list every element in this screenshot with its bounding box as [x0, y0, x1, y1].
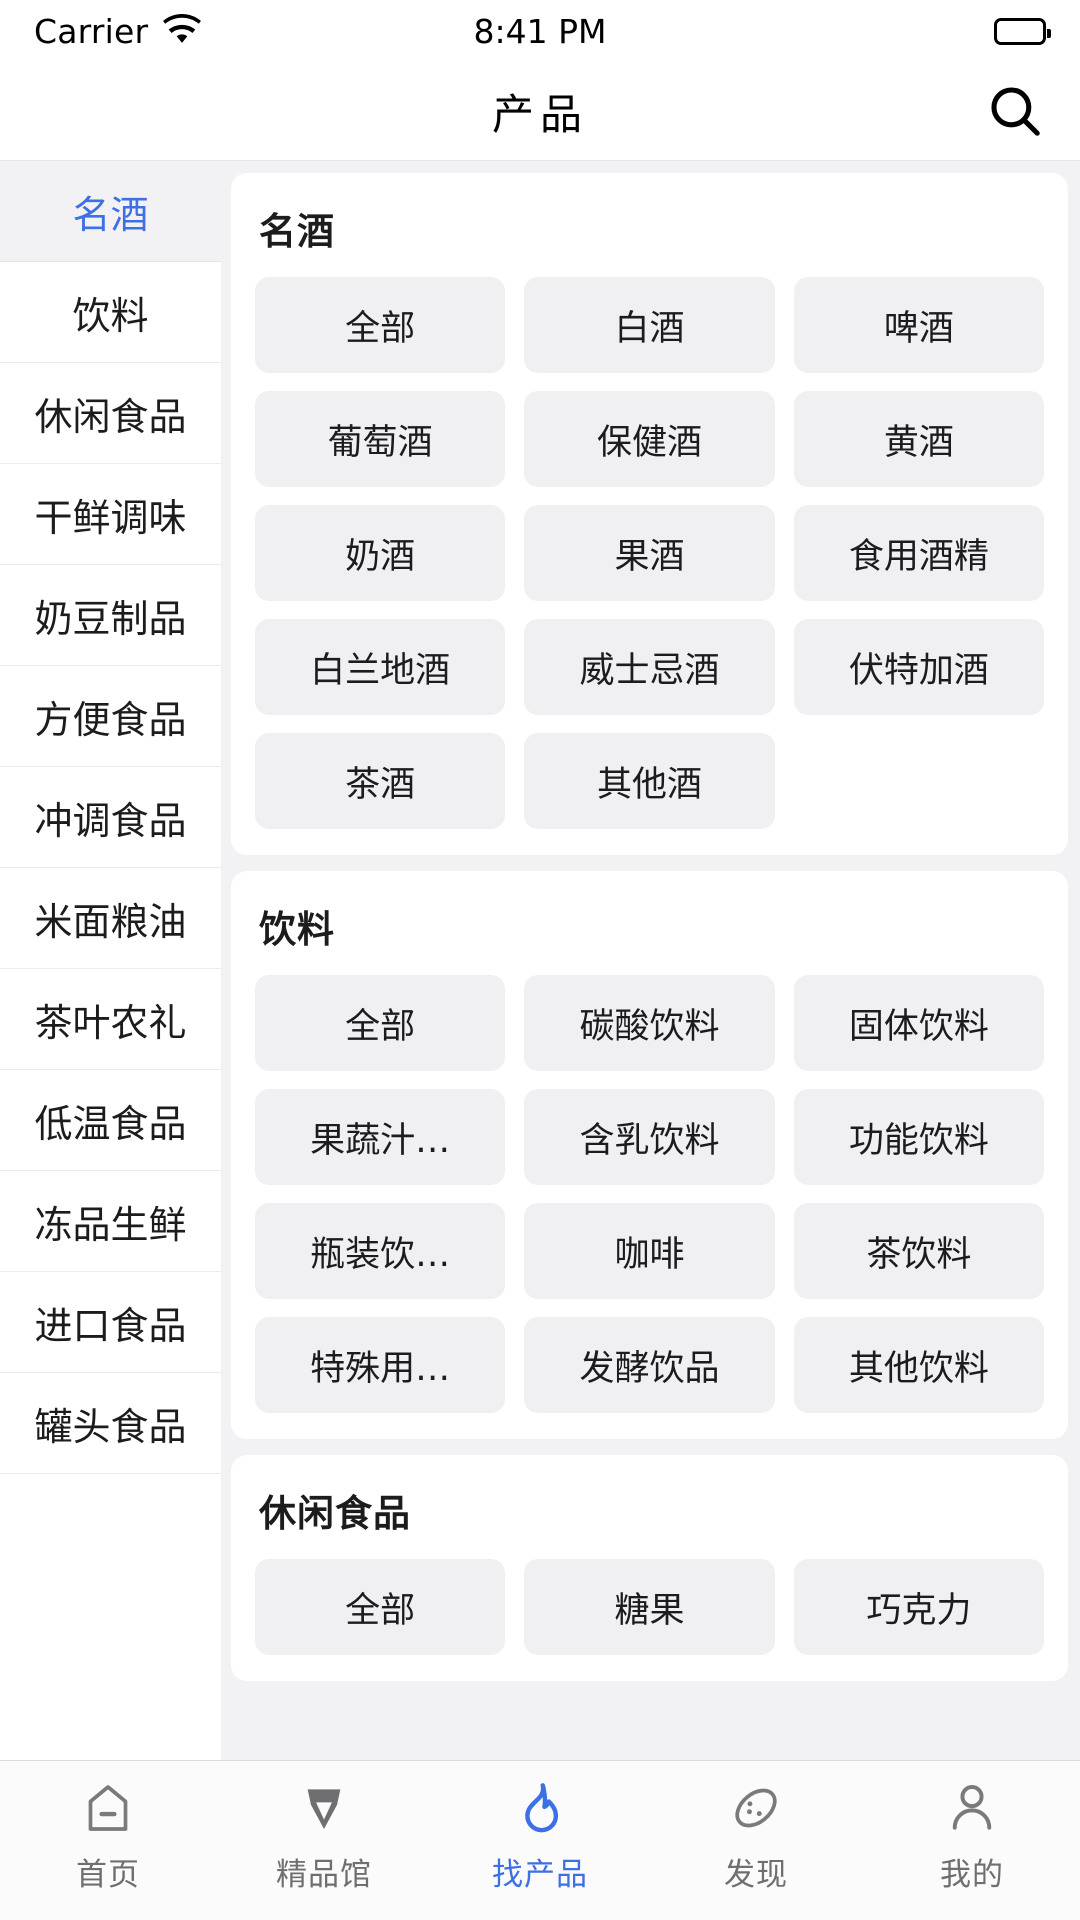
flame-icon	[509, 1777, 571, 1839]
sidebar-item-label: 进口食品	[34, 1303, 187, 1348]
tab-label: 我的	[940, 1857, 1004, 1893]
subcategory-chip[interactable]: 巧克力	[793, 1559, 1044, 1655]
tab-3[interactable]: 发现	[648, 1777, 864, 1894]
app-root: Carrier 8:41 PM 产品 名酒 饮料 休闲食品 干鲜调味 奶豆制品 方便食品冲…	[0, 0, 1080, 1920]
battery-full-icon	[994, 17, 1051, 45]
sidebar-item-label: 方便食品	[34, 697, 187, 742]
sidebar-item-label: 冻品生鲜	[34, 1202, 187, 1247]
subcategory-chip[interactable]: 啤酒	[793, 277, 1044, 373]
subcategory-chip[interactable]: 果酒	[524, 505, 775, 601]
page-title: 产品	[491, 89, 588, 139]
sidebar-item-12[interactable]: 罐头食品	[0, 1373, 221, 1474]
category-card: 饮料全部 碳酸饮料 固体饮料果蔬汁… 含乳饮料 功能饮料瓶装饮… 咖啡 茶饮料特殊用… 发酵饮…	[231, 871, 1068, 1439]
sidebar-item-label: 休闲食品	[34, 394, 187, 439]
sidebar-item-label: 干鲜调味	[34, 495, 187, 540]
sidebar-item-9[interactable]: 低温食品	[0, 1070, 221, 1171]
subcategory-chip[interactable]: 葡萄酒	[255, 391, 506, 487]
sidebar-item-label: 茶叶农礼	[34, 1000, 187, 1045]
sidebar-item-label: 奶豆制品	[34, 596, 187, 641]
bottom-tab-bar: 首页 精品馆 找产品 发现 我的	[0, 1760, 1080, 1920]
category-card-title: 名酒	[259, 210, 335, 253]
subcategory-chip[interactable]: 白酒	[524, 277, 775, 373]
tab-1[interactable]: 精品馆	[216, 1777, 432, 1894]
sidebar-item-label: 低温食品	[34, 1101, 187, 1146]
sidebar-item-label: 饮料	[72, 293, 149, 338]
tab-4[interactable]: 我的	[864, 1777, 1080, 1894]
subcategory-chip[interactable]: 其他酒	[524, 733, 775, 829]
content-area: 名酒 饮料 休闲食品 干鲜调味 奶豆制品 方便食品 冲调食品 米面粮油 茶叶农礼 低温食品 冻品生鲜…	[0, 160, 1080, 1760]
subcategory-chip[interactable]: 功能饮料	[793, 1089, 1044, 1185]
tab-label: 精品馆	[276, 1857, 372, 1893]
sidebar-item-10[interactable]: 冻品生鲜	[0, 1171, 221, 1272]
tab-2[interactable]: 找产品	[432, 1777, 648, 1894]
subcategory-chip[interactable]: 糖果	[524, 1559, 775, 1655]
sidebar-item-6[interactable]: 冲调食品	[0, 767, 221, 868]
sidebar-item-5[interactable]: 方便食品	[0, 666, 221, 767]
subcategory-chip[interactable]: 黄酒	[793, 391, 1044, 487]
search-icon[interactable]	[980, 76, 1050, 146]
subcategory-panel[interactable]: 名酒 全部 白酒 啤酒 葡萄酒 保健酒 黄酒 奶酒 果酒 食用酒精 白兰地酒 威士忌酒 伏特加酒 茶酒 其他…	[221, 161, 1080, 1760]
subcategory-chip[interactable]: 茶酒	[255, 733, 506, 829]
chip-grid: 全部 白酒 啤酒葡萄酒 保健酒 黄酒奶酒 果酒 食用酒精白兰地酒 威士忌酒 伏特加酒茶酒 其他酒	[255, 277, 1044, 829]
category-card: 休闲食品全部 糖果 巧克力	[231, 1455, 1068, 1681]
status-bar-left: Carrier	[34, 12, 202, 51]
sidebar-item-label: 冲调食品	[34, 798, 187, 843]
subcategory-chip[interactable]: 咖啡	[524, 1203, 775, 1299]
status-bar: Carrier 8:41 PM	[0, 0, 1080, 62]
tab-label: 找产品	[492, 1857, 588, 1893]
chip-grid: 全部 糖果 巧克力	[255, 1559, 1044, 1655]
palette-icon	[725, 1777, 787, 1839]
sidebar-item-label: 罐头食品	[34, 1404, 187, 1449]
subcategory-chip[interactable]: 茶饮料	[793, 1203, 1044, 1299]
sidebar-item-8[interactable]: 茶叶农礼	[0, 969, 221, 1070]
subcategory-chip[interactable]: 奶酒	[255, 505, 506, 601]
subcategory-chip[interactable]: 其他饮料	[793, 1317, 1044, 1413]
sidebar-item-label: 米面粮油	[34, 899, 187, 944]
subcategory-chip[interactable]: 瓶装饮…	[255, 1203, 506, 1299]
sidebar-item-1[interactable]: 饮料	[0, 262, 221, 363]
tab-label: 首页	[76, 1857, 140, 1893]
pen-nib-icon	[293, 1777, 355, 1839]
home-icon	[77, 1777, 139, 1839]
category-sidebar[interactable]: 名酒饮料休闲食品干鲜调味奶豆制品方便食品冲调食品米面粮油茶叶农礼低温食品冻品生鲜…	[0, 161, 221, 1760]
wifi-icon	[162, 14, 202, 48]
subcategory-chip[interactable]: 保健酒	[524, 391, 775, 487]
chip-grid: 全部 碳酸饮料 固体饮料果蔬汁… 含乳饮料 功能饮料瓶装饮… 咖啡 茶饮料特殊用… 发酵饮品其…	[255, 975, 1044, 1413]
subcategory-chip[interactable]: 碳酸饮料	[524, 975, 775, 1071]
sidebar-item-0[interactable]: 名酒	[0, 161, 221, 262]
sidebar-item-label: 名酒	[72, 192, 149, 237]
subcategory-chip[interactable]: 全部	[255, 975, 506, 1071]
subcategory-chip[interactable]: 特殊用…	[255, 1317, 506, 1413]
subcategory-chip[interactable]: 食用酒精	[793, 505, 1044, 601]
category-card-title: 饮料	[259, 908, 335, 951]
subcategory-chip[interactable]: 果蔬汁…	[255, 1089, 506, 1185]
sidebar-item-3[interactable]: 干鲜调味	[0, 464, 221, 565]
person-icon	[941, 1777, 1003, 1839]
subcategory-chip[interactable]: 含乳饮料	[524, 1089, 775, 1185]
subcategory-chip[interactable]: 固体饮料	[793, 975, 1044, 1071]
subcategory-chip[interactable]: 发酵饮品	[524, 1317, 775, 1413]
tab-label: 发现	[724, 1857, 788, 1893]
subcategory-chip[interactable]: 全部	[255, 277, 506, 373]
sidebar-item-7[interactable]: 米面粮油	[0, 868, 221, 969]
sidebar-item-11[interactable]: 进口食品	[0, 1272, 221, 1373]
carrier-label: Carrier	[34, 11, 149, 51]
category-card-title: 休闲食品	[259, 1492, 411, 1535]
subcategory-chip[interactable]: 白兰地酒	[255, 619, 506, 715]
sidebar-item-4[interactable]: 奶豆制品	[0, 565, 221, 666]
tab-0[interactable]: 首页	[0, 1777, 216, 1894]
subcategory-chip[interactable]: 威士忌酒	[524, 619, 775, 715]
category-card: 名酒全部 白酒 啤酒葡萄酒 保健酒 黄酒奶酒 果酒 食用酒精白兰地酒 威士忌酒 伏特加酒茶酒 其他…	[231, 173, 1068, 855]
status-bar-right	[994, 17, 1051, 45]
navigation-bar: 产品	[0, 62, 1080, 160]
subcategory-chip[interactable]: 伏特加酒	[793, 619, 1044, 715]
subcategory-chip[interactable]: 全部	[255, 1559, 506, 1655]
sidebar-item-2[interactable]: 休闲食品	[0, 363, 221, 464]
